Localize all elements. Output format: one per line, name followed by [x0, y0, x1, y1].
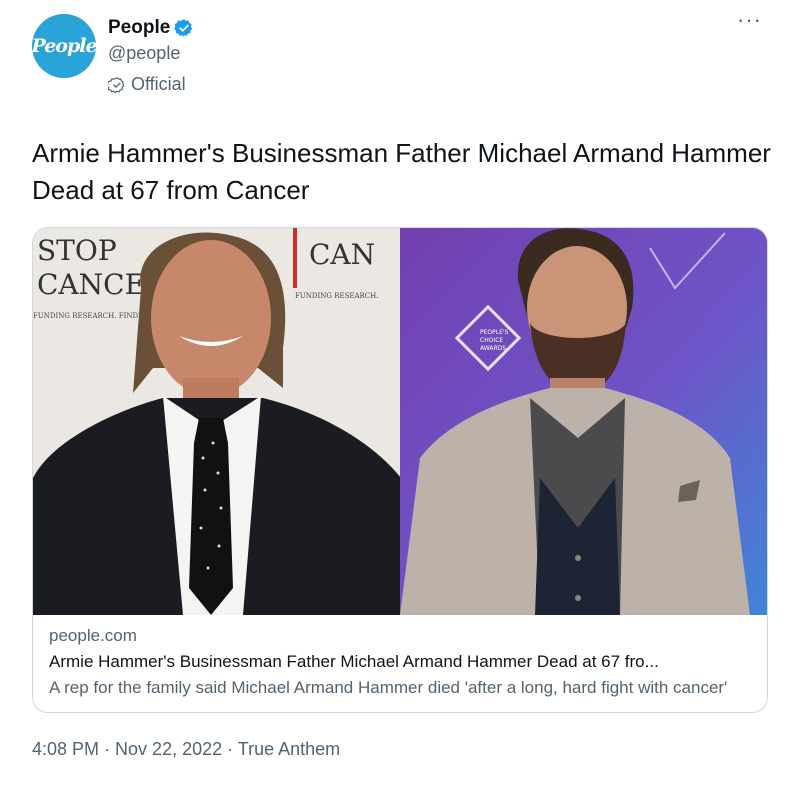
- backdrop-text-cance: CANCE: [37, 268, 145, 301]
- card-meta[interactable]: people.com Armie Hammer's Businessman Fa…: [33, 615, 767, 712]
- tweet-header: People People @people Official: [31, 14, 768, 120]
- photo-right-illustration: PEOPLE'S CHOICE AWARDS: [400, 228, 767, 615]
- official-text: Official: [131, 74, 186, 94]
- account-identity: People @people Official: [108, 16, 194, 95]
- verified-badge-icon: [174, 19, 193, 37]
- card-domain: people.com: [49, 626, 137, 645]
- card-photo-left: STOP CANCE FUNDING RESEARCH. FINDING CAN…: [33, 228, 400, 615]
- more-dots-icon[interactable]: ···: [737, 9, 762, 31]
- photo-left-illustration: STOP CANCE FUNDING RESEARCH. FINDING CAN…: [33, 228, 400, 615]
- avatar-logo-text: People: [31, 35, 97, 57]
- link-card[interactable]: STOP CANCE FUNDING RESEARCH. FINDING CAN…: [32, 227, 768, 713]
- card-description: A rep for the family said Michael Armand…: [49, 678, 728, 697]
- tweet-time[interactable]: 4:08 PM: [32, 739, 99, 759]
- card-title: Armie Hammer's Businessman Father Michae…: [49, 652, 659, 671]
- awards-text-2: CHOICE: [480, 337, 503, 344]
- backdrop-text-stop: STOP: [37, 234, 117, 267]
- backdrop-text-can: CAN: [309, 238, 375, 271]
- account-name[interactable]: People: [108, 17, 170, 39]
- card-image[interactable]: STOP CANCE FUNDING RESEARCH. FINDING CAN…: [33, 228, 767, 615]
- tweet-text: Armie Hammer's Businessman Father Michae…: [32, 138, 771, 205]
- name-row: People: [108, 16, 194, 40]
- tweet: People People @people Official ··· Armie…: [0, 0, 800, 801]
- official-label: Official: [108, 74, 194, 95]
- official-check-icon: [108, 76, 125, 93]
- footer-separator-2: ·: [222, 739, 238, 759]
- card-photo-right: PEOPLE'S CHOICE AWARDS: [400, 228, 767, 615]
- backdrop-text-funding-2: FUNDING RESEARCH.: [295, 292, 379, 300]
- account-handle[interactable]: @people: [108, 43, 194, 64]
- backdrop-text-funding: FUNDING RESEARCH. FINDING: [33, 312, 153, 320]
- avatar[interactable]: People: [31, 14, 98, 78]
- tweet-date[interactable]: Nov 22, 2022: [115, 739, 222, 759]
- footer-separator-1: ·: [99, 739, 116, 759]
- awards-text-1: PEOPLE'S: [480, 329, 509, 336]
- tweet-source[interactable]: True Anthem: [238, 739, 340, 759]
- tweet-footer: 4:08 PM · Nov 22, 2022 · True Anthem: [32, 739, 768, 760]
- awards-text-3: AWARDS: [480, 345, 506, 352]
